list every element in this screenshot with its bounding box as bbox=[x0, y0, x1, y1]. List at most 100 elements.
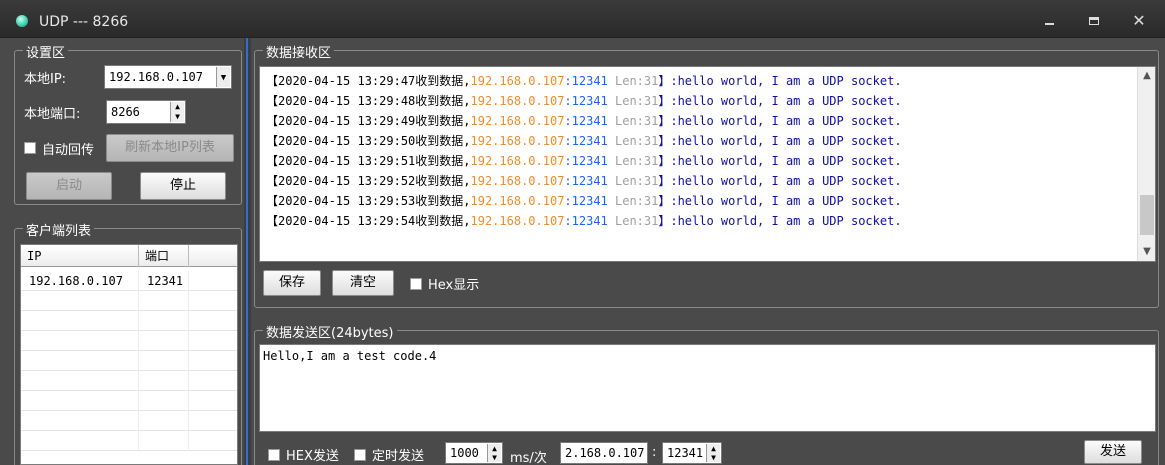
log-len: Len:31 bbox=[607, 94, 659, 108]
local-ip-value: 192.168.0.107 bbox=[109, 70, 203, 84]
hex-display-checkbox[interactable] bbox=[410, 278, 422, 290]
receive-log-line: 【2020-04-15 13:29:52收到数据,192.168.0.107:1… bbox=[266, 171, 902, 191]
local-ip-select[interactable]: 192.168.0.107 ▼ bbox=[104, 65, 232, 89]
log-len: Len:31 bbox=[607, 154, 659, 168]
port-spinner-arrows-icon[interactable]: ▲ ▼ bbox=[170, 102, 184, 122]
send-text-area[interactable]: Hello,I am a test code.4 bbox=[259, 344, 1156, 432]
log-ip: 192.168.0.107 bbox=[470, 174, 565, 188]
log-len: Len:31 bbox=[607, 214, 659, 228]
log-msg: 】:hello world, I am a UDP socket. bbox=[658, 74, 902, 88]
log-msg: 】:hello world, I am a UDP socket. bbox=[658, 114, 902, 128]
table-row bbox=[21, 311, 237, 331]
log-ip: 192.168.0.107 bbox=[470, 214, 565, 228]
client-table-header: IP 端口 bbox=[21, 245, 237, 267]
ip-port-separator: : bbox=[652, 445, 657, 460]
log-time: 【2020-04-15 13:29:50收到数据, bbox=[266, 134, 471, 148]
app-icon bbox=[16, 15, 28, 27]
receive-log-line: 【2020-04-15 13:29:49收到数据,192.168.0.107:1… bbox=[266, 111, 902, 131]
target-ip-input[interactable]: 2.168.0.107 bbox=[560, 442, 648, 464]
receive-log-line: 【2020-04-15 13:29:54收到数据,192.168.0.107:1… bbox=[266, 211, 902, 231]
auto-reply-label: 自动回传 bbox=[42, 143, 95, 158]
log-port: :12341 bbox=[564, 74, 608, 88]
table-row bbox=[21, 431, 237, 451]
local-ip-label: 本地IP: bbox=[24, 72, 67, 87]
receive-group-title: 数据接收区 bbox=[263, 42, 335, 61]
table-row[interactable]: 192.168.0.107 12341 bbox=[21, 271, 237, 291]
panel-splitter[interactable] bbox=[244, 38, 251, 465]
log-msg: 】:hello world, I am a UDP socket. bbox=[658, 174, 902, 188]
table-row bbox=[21, 291, 237, 311]
refresh-ip-list-button[interactable]: 刷新本地IP列表 bbox=[106, 134, 234, 162]
hex-send-checkbox[interactable] bbox=[268, 449, 280, 461]
client-table: IP 端口 192.168.0.107 12341 bbox=[20, 244, 238, 465]
target-port-arrows-icon[interactable]: ▲ ▼ bbox=[706, 444, 720, 462]
receive-log-line: 【2020-04-15 13:29:47收到数据,192.168.0.107:1… bbox=[266, 71, 902, 91]
title-bar: UDP --- 8266 ✕ bbox=[0, 0, 1165, 38]
interval-unit-label: ms/次 bbox=[510, 451, 547, 465]
log-len: Len:31 bbox=[607, 74, 659, 88]
start-button[interactable]: 启动 bbox=[26, 172, 112, 200]
dropdown-arrow-icon[interactable]: ▼ bbox=[216, 67, 230, 87]
minimize-icon[interactable] bbox=[1037, 11, 1061, 31]
hex-display-label: Hex显示 bbox=[428, 278, 480, 293]
log-port: :12341 bbox=[564, 154, 608, 168]
target-port-spinner[interactable]: 12341 ▲ ▼ bbox=[662, 442, 722, 464]
receive-log-line: 【2020-04-15 13:29:50收到数据,192.168.0.107:1… bbox=[266, 131, 902, 151]
log-len: Len:31 bbox=[607, 194, 659, 208]
log-msg: 】:hello world, I am a UDP socket. bbox=[658, 154, 902, 168]
log-ip: 192.168.0.107 bbox=[470, 74, 565, 88]
table-row bbox=[21, 351, 237, 371]
send-group-title: 数据发送区(24bytes) bbox=[263, 322, 397, 341]
receive-scrollbar[interactable]: ▲ ▼ bbox=[1137, 67, 1155, 261]
table-row bbox=[21, 391, 237, 411]
scroll-thumb[interactable] bbox=[1140, 195, 1154, 235]
splitter-line bbox=[246, 38, 248, 465]
receive-log-line: 【2020-04-15 13:29:48收到数据,192.168.0.107:1… bbox=[266, 91, 902, 111]
hex-send-label: HEX发送 bbox=[286, 449, 339, 464]
stop-button[interactable]: 停止 bbox=[140, 172, 226, 200]
log-msg: 】:hello world, I am a UDP socket. bbox=[658, 94, 902, 108]
close-icon[interactable]: ✕ bbox=[1127, 11, 1151, 31]
window-title: UDP --- 8266 bbox=[39, 14, 129, 30]
local-port-label: 本地端口: bbox=[24, 107, 81, 122]
maximize-icon[interactable] bbox=[1082, 11, 1106, 31]
client-port-cell: 12341 bbox=[139, 271, 189, 291]
log-msg: 】:hello world, I am a UDP socket. bbox=[658, 194, 902, 208]
log-time: 【2020-04-15 13:29:49收到数据, bbox=[266, 114, 471, 128]
log-time: 【2020-04-15 13:29:54收到数据, bbox=[266, 214, 471, 228]
log-port: :12341 bbox=[564, 94, 608, 108]
client-ip-cell: 192.168.0.107 bbox=[21, 271, 139, 291]
log-ip: 192.168.0.107 bbox=[470, 154, 565, 168]
column-header-ip[interactable]: IP bbox=[21, 245, 139, 267]
scroll-down-icon[interactable]: ▼ bbox=[1138, 243, 1155, 261]
local-port-spinner[interactable]: 8266 ▲ ▼ bbox=[106, 100, 186, 124]
log-ip: 192.168.0.107 bbox=[470, 114, 565, 128]
log-len: Len:31 bbox=[607, 174, 659, 188]
save-button[interactable]: 保存 bbox=[263, 270, 321, 296]
table-row bbox=[21, 371, 237, 391]
table-row bbox=[21, 331, 237, 351]
interval-spinner[interactable]: 1000 ▲ ▼ bbox=[445, 442, 503, 464]
timed-send-checkbox[interactable] bbox=[354, 449, 366, 461]
interval-value: 1000 bbox=[450, 446, 479, 460]
log-port: :12341 bbox=[564, 174, 608, 188]
log-msg: 】:hello world, I am a UDP socket. bbox=[658, 134, 902, 148]
log-port: :12341 bbox=[564, 194, 608, 208]
log-ip: 192.168.0.107 bbox=[470, 194, 565, 208]
settings-group-title: 设置区 bbox=[23, 42, 69, 61]
receive-text-area[interactable]: 【2020-04-15 13:29:47收到数据,192.168.0.107:1… bbox=[259, 66, 1156, 262]
column-header-port[interactable]: 端口 bbox=[139, 245, 189, 267]
log-port: :12341 bbox=[564, 214, 608, 228]
client-list-group-title: 客户端列表 bbox=[23, 220, 95, 239]
log-time: 【2020-04-15 13:29:47收到数据, bbox=[266, 74, 471, 88]
log-time: 【2020-04-15 13:29:53收到数据, bbox=[266, 194, 471, 208]
log-ip: 192.168.0.107 bbox=[470, 94, 565, 108]
interval-spinner-arrows-icon[interactable]: ▲ ▼ bbox=[487, 444, 501, 462]
scroll-up-icon[interactable]: ▲ bbox=[1138, 67, 1155, 85]
auto-reply-checkbox[interactable] bbox=[24, 142, 36, 154]
send-button[interactable]: 发送 bbox=[1084, 440, 1142, 464]
clear-button[interactable]: 清空 bbox=[332, 270, 394, 296]
log-len: Len:31 bbox=[607, 114, 659, 128]
log-port: :12341 bbox=[564, 134, 608, 148]
log-ip: 192.168.0.107 bbox=[470, 134, 565, 148]
